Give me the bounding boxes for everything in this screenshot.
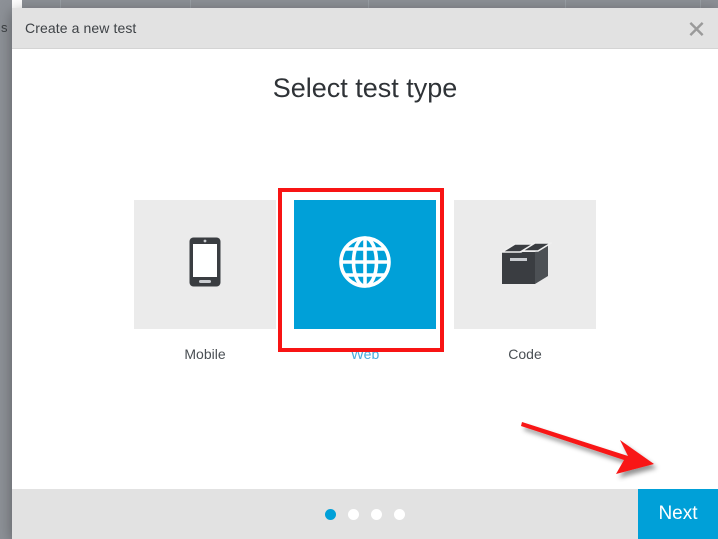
modal-title: Create a new test — [25, 20, 137, 36]
modal-body: Select test type Mobile Web Code — [12, 49, 718, 489]
option-web[interactable]: Web — [278, 188, 444, 362]
next-button[interactable]: Next — [638, 489, 718, 539]
option-mobile[interactable]: Mobile — [134, 200, 276, 362]
modal-footer: Next — [12, 489, 718, 539]
option-web-tile[interactable] — [294, 200, 436, 329]
option-mobile-label: Mobile — [184, 346, 226, 362]
option-mobile-tile[interactable] — [134, 200, 276, 329]
option-web-label: Web — [350, 346, 380, 362]
pagination-dot-2[interactable] — [348, 508, 359, 520]
globe-icon — [338, 235, 392, 294]
page-root: s Create a new test Select test type Mob… — [0, 0, 718, 539]
background-left-strip — [0, 0, 12, 539]
background-text-fragment: s — [1, 20, 8, 35]
pagination-dot-3[interactable] — [371, 508, 382, 520]
close-icon[interactable] — [683, 15, 709, 41]
create-test-modal: Create a new test Select test type Mobil… — [12, 8, 718, 539]
package-box-icon — [498, 236, 554, 293]
page-title: Select test type — [272, 73, 458, 103]
pagination-dot-4[interactable] — [394, 508, 405, 520]
option-code-label: Code — [508, 346, 542, 362]
option-code-tile[interactable] — [454, 200, 596, 329]
pagination-dots — [12, 489, 718, 539]
test-type-options: Mobile Web Code — [12, 188, 718, 362]
pagination-dot-1[interactable] — [325, 508, 336, 520]
option-code[interactable]: Code — [454, 200, 596, 362]
modal-header: Create a new test — [12, 8, 718, 49]
smartphone-icon — [189, 237, 221, 292]
